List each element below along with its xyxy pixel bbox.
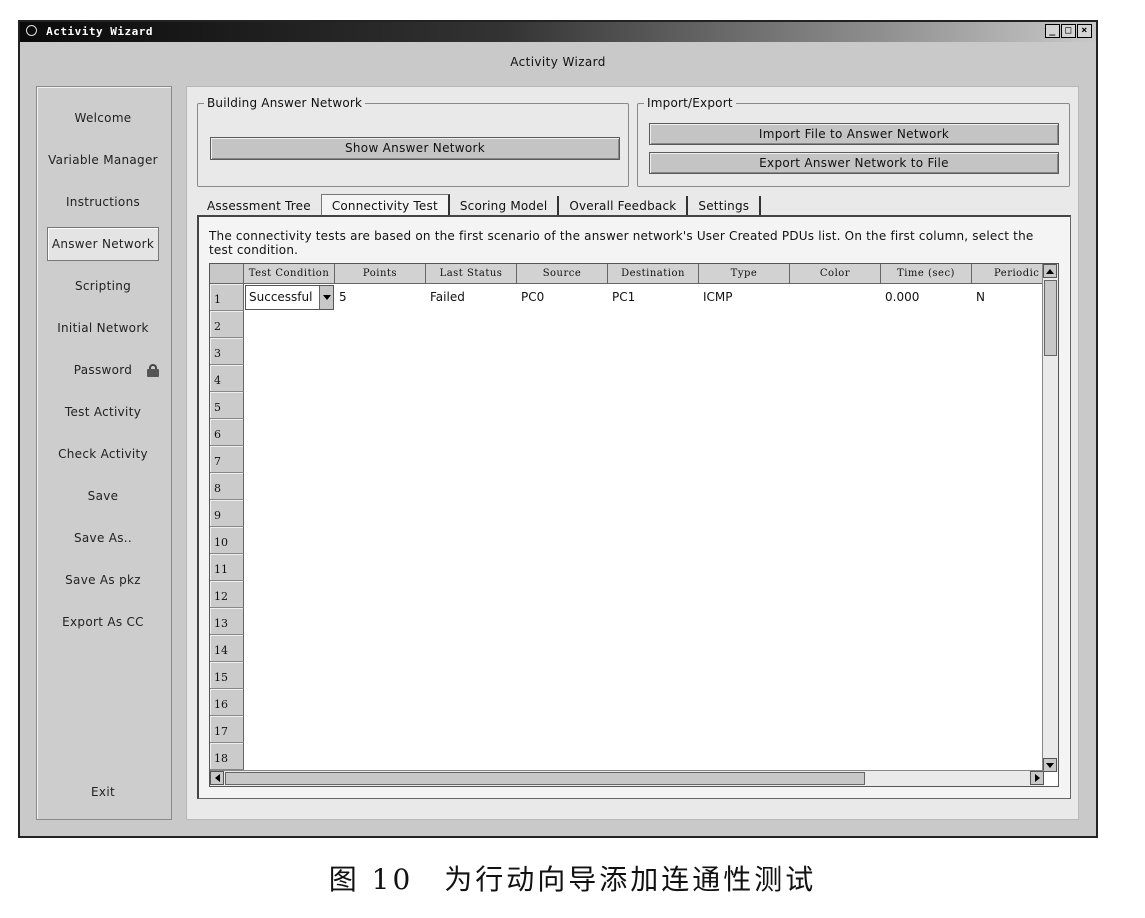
column-header-periodic[interactable]: Periodic — [972, 264, 1044, 284]
sidebar: Welcome Variable Manager Instructions An… — [36, 86, 172, 820]
sidebar-item-initial-network[interactable]: Initial Network — [47, 311, 159, 345]
import-file-button[interactable]: Import File to Answer Network — [649, 123, 1059, 145]
tab-scoring-model[interactable]: Scoring Model — [450, 196, 560, 216]
table-corner — [210, 264, 244, 284]
tab-settings[interactable]: Settings — [688, 196, 762, 216]
window-controls: _ □ × — [1045, 24, 1092, 38]
column-header-type[interactable]: Type — [699, 264, 790, 284]
sidebar-item-answer-network[interactable]: Answer Network — [47, 227, 159, 261]
sidebar-item-save-as[interactable]: Save As.. — [47, 521, 159, 555]
close-button[interactable]: × — [1077, 24, 1092, 38]
sidebar-item-welcome[interactable]: Welcome — [47, 101, 159, 135]
tab-bar: Assessment Tree Connectivity Test Scorin… — [199, 194, 762, 216]
cell-periodic[interactable]: N — [972, 284, 985, 311]
row-header[interactable]: 2 — [210, 311, 244, 338]
cell-type[interactable]: ICMP — [699, 284, 733, 311]
cell-points[interactable]: 5 — [335, 284, 347, 311]
row-header[interactable]: 6 — [210, 419, 244, 446]
app-icon — [26, 25, 37, 36]
sidebar-item-scripting[interactable]: Scripting — [47, 269, 159, 303]
row-header[interactable]: 18 — [210, 743, 244, 770]
row-header[interactable]: 17 — [210, 716, 244, 743]
row-header[interactable]: 9 — [210, 500, 244, 527]
sidebar-item-save-as-pkz[interactable]: Save As pkz — [47, 563, 159, 597]
tab-connectivity-test[interactable]: Connectivity Test — [320, 194, 450, 216]
sidebar-item-instructions[interactable]: Instructions — [47, 185, 159, 219]
horizontal-scrollbar[interactable] — [210, 770, 1044, 786]
row-header[interactable]: 10 — [210, 527, 244, 554]
row-header[interactable]: 1 — [210, 284, 244, 311]
show-answer-network-button[interactable]: Show Answer Network — [210, 137, 620, 160]
connectivity-test-panel: The connectivity tests are based on the … — [197, 215, 1071, 799]
vertical-scrollbar[interactable] — [1042, 264, 1058, 772]
column-header-destination[interactable]: Destination — [608, 264, 699, 284]
column-header-color[interactable]: Color — [790, 264, 881, 284]
scroll-left-icon[interactable] — [210, 771, 224, 785]
activity-wizard-window: Activity Wizard _ □ × Activity Wizard We… — [18, 20, 1098, 838]
minimize-button[interactable]: _ — [1045, 24, 1060, 38]
cell-source[interactable]: PC0 — [517, 284, 544, 311]
tab-assessment-tree[interactable]: Assessment Tree — [199, 196, 321, 216]
tab-overall-feedback[interactable]: Overall Feedback — [559, 196, 689, 216]
group-legend: Import/Export — [644, 96, 736, 110]
sidebar-item-test-activity[interactable]: Test Activity — [47, 395, 159, 429]
connectivity-description: The connectivity tests are based on the … — [209, 229, 1034, 257]
row-header[interactable]: 5 — [210, 392, 244, 419]
lock-icon — [147, 364, 159, 377]
sidebar-item-exit[interactable]: Exit — [47, 775, 159, 809]
page-title: Activity Wizard — [510, 55, 606, 69]
sidebar-item-check-activity[interactable]: Check Activity — [47, 437, 159, 471]
sidebar-item-label: Password — [73, 363, 133, 377]
maximize-button[interactable]: □ — [1061, 24, 1076, 38]
row-header[interactable]: 15 — [210, 662, 244, 689]
row-header[interactable]: 12 — [210, 581, 244, 608]
column-header-last-status[interactable]: Last Status — [426, 264, 517, 284]
column-header-test-condition[interactable]: Test Condition — [244, 264, 335, 284]
row-header[interactable]: 7 — [210, 446, 244, 473]
cell-color[interactable] — [790, 284, 794, 311]
sidebar-item-save[interactable]: Save — [47, 479, 159, 513]
cell-time[interactable]: 0.000 — [881, 284, 919, 311]
title-bar: Activity Wizard _ □ × — [20, 22, 1096, 42]
test-condition-select[interactable]: Successful — [245, 285, 334, 310]
test-condition-value: Successful — [249, 290, 313, 304]
row-header[interactable]: 14 — [210, 635, 244, 662]
connectivity-table: Test Condition Points Last Status Source… — [209, 263, 1059, 787]
scroll-right-icon[interactable] — [1030, 771, 1044, 785]
scroll-down-icon[interactable] — [1043, 758, 1057, 772]
main-panel: Building Answer Network Show Answer Netw… — [186, 86, 1079, 820]
row-header[interactable]: 11 — [210, 554, 244, 581]
sidebar-item-export-as-cc[interactable]: Export As CC — [47, 605, 159, 639]
row-header[interactable]: 3 — [210, 338, 244, 365]
vertical-scroll-thumb[interactable] — [1044, 280, 1057, 356]
horizontal-scroll-thumb[interactable] — [225, 772, 865, 785]
cell-last-status[interactable]: Failed — [426, 284, 465, 311]
building-answer-network-group: Building Answer Network Show Answer Netw… — [197, 96, 629, 187]
row-header[interactable]: 8 — [210, 473, 244, 500]
import-export-group: Import/Export Import File to Answer Netw… — [637, 96, 1070, 187]
row-header[interactable]: 13 — [210, 608, 244, 635]
scroll-up-icon[interactable] — [1043, 264, 1057, 278]
group-legend: Building Answer Network — [204, 96, 366, 110]
export-file-button[interactable]: Export Answer Network to File — [649, 152, 1059, 174]
cell-destination[interactable]: PC1 — [608, 284, 635, 311]
column-header-source[interactable]: Source — [517, 264, 608, 284]
column-header-points[interactable]: Points — [335, 264, 426, 284]
window-title: Activity Wizard — [46, 25, 153, 38]
sidebar-item-password[interactable]: Password — [47, 353, 159, 387]
figure-caption: 图 10 为行动向导添加连通性测试 — [328, 863, 817, 896]
row-header[interactable]: 4 — [210, 365, 244, 392]
column-header-time[interactable]: Time (sec) — [881, 264, 972, 284]
sidebar-item-variable-manager[interactable]: Variable Manager — [47, 143, 159, 177]
row-header[interactable]: 16 — [210, 689, 244, 716]
chevron-down-icon[interactable] — [319, 286, 333, 309]
